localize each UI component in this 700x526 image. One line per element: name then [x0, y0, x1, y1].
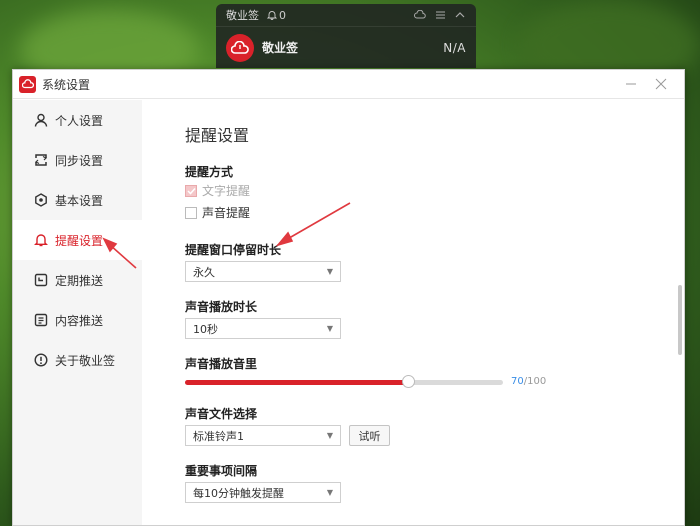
checkbox-unchecked-icon: [185, 206, 197, 219]
sound-duration-value: 10秒: [193, 322, 218, 336]
sound-duration-select[interactable]: 10秒 ▼: [185, 318, 341, 339]
text-remind-label: 文字提醒: [202, 184, 251, 198]
sidebar-item-label: 定期推送: [55, 273, 104, 288]
sidebar-item-sync[interactable]: 同步设置: [13, 140, 142, 180]
volume-slider-fill: [185, 380, 408, 385]
sound-volume-title: 声音播放音里: [185, 357, 258, 371]
listen-button[interactable]: 试听: [349, 425, 390, 446]
sidebar-item-content-push[interactable]: 内容推送: [13, 300, 142, 340]
document-icon: [33, 313, 48, 328]
sidebar-item-label: 个人设置: [55, 113, 104, 128]
volume-current: 70: [511, 376, 524, 387]
widget-value: N/A: [443, 40, 466, 55]
bell-icon: [33, 233, 48, 248]
widget-bell-count: 0: [279, 8, 286, 22]
cloud-sync-icon[interactable]: [414, 9, 426, 21]
sound-file-title: 声音文件选择: [185, 407, 258, 421]
settings-icon: [33, 193, 48, 208]
sidebar-item-label: 基本设置: [55, 193, 104, 208]
app-logo: [226, 33, 254, 62]
window-duration-value: 永久: [193, 265, 215, 279]
sidebar-item-label: 内容推送: [55, 313, 104, 328]
window-title: 系统设置: [42, 77, 91, 92]
sidebar-item-label: 同步设置: [55, 153, 104, 168]
important-interval-select[interactable]: 每10分钟触发提醒 ▼: [185, 482, 341, 503]
widget-bell[interactable]: 0: [267, 9, 286, 22]
sound-file-value: 标准铃声1: [193, 429, 244, 443]
checkbox-checked-icon: [185, 184, 197, 197]
important-interval-title: 重要事项间隔: [185, 464, 258, 478]
sidebar: 个人设置 同步设置 基本设置 提醒设置 定期推送 内容推送 关于敬业签: [13, 100, 142, 525]
volume-max: /100: [523, 376, 547, 387]
sound-remind-checkbox[interactable]: 声音提醒: [185, 204, 250, 221]
page-title: 提醒设置: [185, 126, 250, 145]
close-icon[interactable]: [654, 77, 668, 91]
sidebar-item-about[interactable]: 关于敬业签: [13, 340, 142, 380]
window-duration-select[interactable]: 永久 ▼: [185, 261, 341, 282]
sidebar-item-reminder[interactable]: 提醒设置: [13, 220, 142, 260]
widget-app-name: 敬业签: [262, 41, 299, 55]
app-icon: [19, 75, 36, 93]
minimize-icon[interactable]: [624, 77, 638, 91]
chevron-down-icon: ▼: [326, 431, 333, 440]
window-duration-title: 提醒窗口停留时长: [185, 243, 282, 257]
info-icon: [33, 353, 48, 368]
sound-file-select[interactable]: 标准铃声1 ▼: [185, 425, 341, 446]
settings-window: 系统设置 个人设置 同步设置 基本设置 提醒设置 定期推送 内容推送 关于敬业签…: [12, 69, 685, 526]
chevron-down-icon: ▼: [326, 488, 333, 497]
title-bar[interactable]: 系统设置: [13, 70, 684, 99]
volume-slider[interactable]: [185, 375, 503, 388]
sound-remind-label: 声音提醒: [202, 206, 251, 220]
text-remind-checkbox[interactable]: 文字提醒: [185, 182, 250, 199]
sidebar-item-label: 关于敬业签: [55, 353, 116, 368]
sync-icon: [33, 153, 48, 168]
settings-content: 提醒设置 提醒方式 文字提醒 声音提醒 提醒窗口停留时长 永久 ▼ 声音播放时长…: [142, 100, 684, 525]
important-interval-value: 每10分钟触发提醒: [193, 486, 284, 500]
remind-method-title: 提醒方式: [185, 165, 234, 179]
chevron-down-icon: ▼: [326, 267, 333, 276]
sidebar-item-personal[interactable]: 个人设置: [13, 100, 142, 140]
calendar-icon: [33, 273, 48, 288]
volume-readout: 70/100: [511, 376, 546, 387]
scrollbar[interactable]: [678, 285, 682, 355]
mini-widget[interactable]: 敬业签 0 敬业签 N/A: [216, 4, 476, 68]
volume-slider-thumb[interactable]: [401, 375, 415, 388]
sidebar-item-basic[interactable]: 基本设置: [13, 180, 142, 220]
chevron-up-icon[interactable]: [454, 9, 466, 21]
list-icon[interactable]: [434, 9, 446, 21]
chevron-down-icon: ▼: [326, 324, 333, 333]
sidebar-item-scheduled-push[interactable]: 定期推送: [13, 260, 142, 300]
user-icon: [33, 113, 48, 128]
sound-duration-title: 声音播放时长: [185, 300, 258, 314]
bell-icon: [267, 11, 277, 20]
widget-title: 敬业签: [226, 9, 259, 22]
sidebar-item-label: 提醒设置: [55, 233, 104, 248]
